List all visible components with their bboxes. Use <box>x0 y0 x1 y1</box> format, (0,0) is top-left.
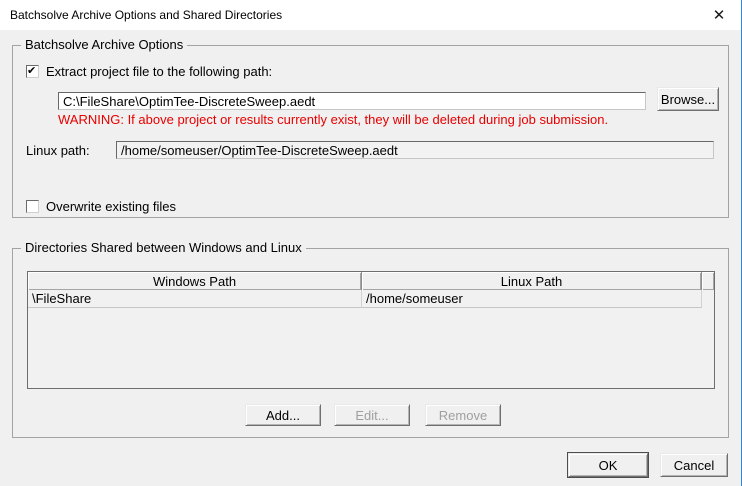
edit-button: Edit... <box>334 404 410 426</box>
close-icon: ✕ <box>712 7 726 24</box>
cell-linux-path[interactable]: /home/someuser <box>362 290 702 308</box>
dialog-title: Batchsolve Archive Options and Shared Di… <box>10 8 283 22</box>
linux-path-label: Linux path: <box>26 143 90 158</box>
remove-button: Remove <box>425 404 501 426</box>
batchsolve-archive-dialog: Batchsolve Archive Options and Shared Di… <box>0 0 742 486</box>
cell-windows-path[interactable]: \FileShare <box>28 290 362 308</box>
shared-directories-table: Windows Path Linux Path \FileShare /home… <box>27 271 715 389</box>
ok-button[interactable]: OK <box>568 453 648 477</box>
archive-options-title: Batchsolve Archive Options <box>21 38 188 52</box>
cancel-button[interactable]: Cancel <box>660 453 728 477</box>
extract-project-checkbox-row[interactable]: Extract project file to the following pa… <box>26 64 272 79</box>
extract-project-checkbox-label: Extract project file to the following pa… <box>46 64 273 79</box>
title-bar[interactable]: Batchsolve Archive Options and Shared Di… <box>0 0 741 30</box>
overwrite-checkbox-label: Overwrite existing files <box>46 199 177 214</box>
table-header-row: Windows Path Linux Path <box>28 272 714 290</box>
warning-text: WARNING: If above project or results cur… <box>58 112 609 127</box>
extract-project-checkbox[interactable] <box>26 64 39 78</box>
overwrite-checkbox-row[interactable]: Overwrite existing files <box>26 199 176 214</box>
column-header-windows-path[interactable]: Windows Path <box>28 272 362 290</box>
column-header-linux-path[interactable]: Linux Path <box>362 272 702 290</box>
shared-directories-title: Directories Shared between Windows and L… <box>21 241 306 255</box>
close-button[interactable]: ✕ <box>702 0 736 30</box>
browse-button[interactable]: Browse... <box>657 87 719 111</box>
archive-options-groupbox: Batchsolve Archive Options Extract proje… <box>12 38 729 218</box>
overwrite-checkbox[interactable] <box>26 200 39 213</box>
table-row[interactable]: \FileShare /home/someuser <box>28 290 714 308</box>
shared-directories-groupbox: Directories Shared between Windows and L… <box>12 241 729 438</box>
windows-path-input[interactable] <box>58 92 646 110</box>
linux-path-field <box>116 141 714 159</box>
add-button[interactable]: Add... <box>245 404 321 426</box>
column-header-stub <box>702 272 714 290</box>
